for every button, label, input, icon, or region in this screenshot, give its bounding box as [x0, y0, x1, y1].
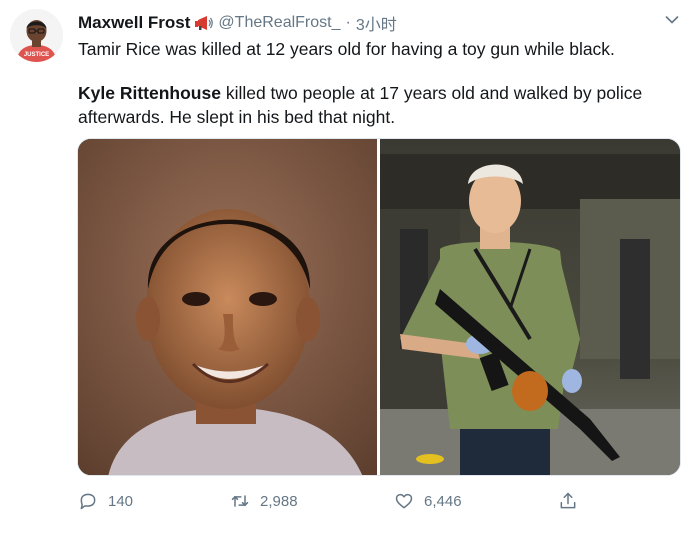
avatar[interactable]: JUSTICE	[10, 9, 63, 62]
reply-icon	[80, 493, 96, 510]
retweet-icon	[231, 495, 249, 507]
separator-dot: ·	[345, 14, 351, 31]
tweet-text-paragraph2: Kyle Rittenhouse killed two people at 17…	[78, 81, 678, 129]
tweet-text: Tamir Rice was killed at 12 years old fo…	[78, 37, 678, 129]
chevron-down-icon[interactable]	[664, 12, 680, 28]
timestamp[interactable]: 3小时	[356, 11, 397, 35]
like-count: 6,446	[424, 492, 462, 510]
portrait-photo[interactable]	[78, 139, 377, 476]
heart-icon	[395, 493, 413, 509]
tweet-text-line1: Tamir Rice was killed at 12 years old fo…	[78, 39, 615, 59]
tweet-header: Maxwell Frost @TheRealFrost_ · 3小时	[78, 12, 397, 34]
street-photo[interactable]	[380, 139, 681, 476]
author-handle[interactable]: @TheRealFrost_	[218, 14, 340, 32]
share-icon	[560, 492, 576, 509]
share-button[interactable]	[558, 488, 578, 514]
tweet-actions: 140 2,988 6,446	[78, 488, 598, 514]
tweet-text-bold-name: Kyle Rittenhouse	[78, 83, 221, 103]
tweet-card[interactable]: JUSTICE Maxwell Frost @TheRealFrost_ · 3…	[0, 0, 700, 533]
author-display-name[interactable]: Maxwell Frost	[78, 13, 190, 33]
tweet-media[interactable]	[77, 138, 681, 476]
reply-button[interactable]: 140	[78, 488, 133, 514]
megaphone-icon	[194, 15, 214, 31]
svg-text:JUSTICE: JUSTICE	[24, 52, 49, 58]
reply-count: 140	[108, 492, 134, 510]
like-button[interactable]: 6,446	[394, 488, 462, 514]
retweet-button[interactable]: 2,988	[230, 488, 298, 514]
avatar-shirt-text: JUSTICE	[24, 52, 49, 58]
retweet-count: 2,988	[260, 492, 298, 510]
